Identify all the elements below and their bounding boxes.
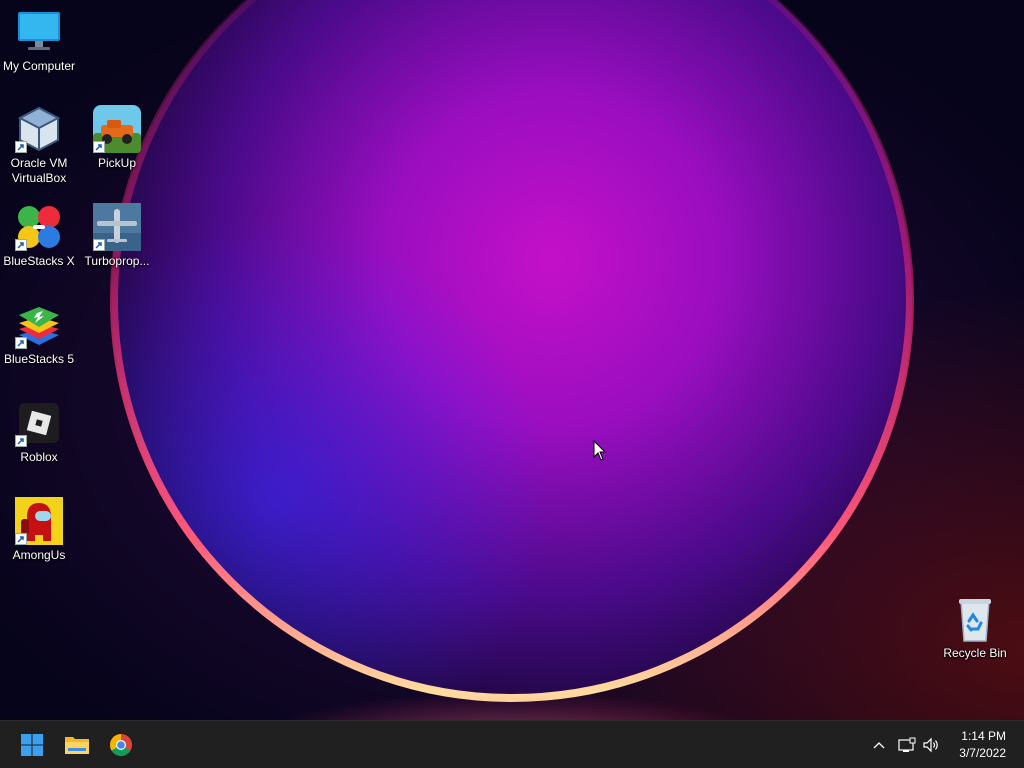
shortcut-arrow-icon (15, 533, 27, 545)
desktop-icon-label: Recycle Bin (943, 646, 1007, 660)
file-explorer-button[interactable] (59, 727, 95, 763)
desktop-icon-label: PickUp (97, 156, 136, 170)
bluestacks-5-icon (15, 301, 63, 349)
windows-start-icon (21, 734, 43, 756)
desktop-icon-pickup[interactable]: PickUp (78, 105, 156, 171)
shortcut-arrow-icon (15, 435, 27, 447)
clock[interactable]: 1:14 PM 3/7/2022 (936, 728, 1006, 762)
chrome-button[interactable] (103, 727, 139, 763)
chrome-icon (110, 734, 132, 756)
desktop-icon-label: Roblox (20, 450, 58, 464)
desktop-icon-label: AmongUs (12, 548, 66, 562)
folder-icon (65, 737, 89, 754)
desktop-icon-bluestacks-x[interactable]: BlueStacks X (0, 203, 78, 269)
start-button[interactable] (14, 727, 50, 763)
desktop-icon-roblox[interactable]: Roblox (0, 399, 78, 465)
network-button[interactable] (895, 733, 919, 757)
show-hidden-icons-button[interactable] (867, 733, 891, 757)
shortcut-arrow-icon (93, 141, 105, 153)
desktop-icon-bluestacks-5[interactable]: BlueStacks 5 (0, 301, 78, 367)
clock-date: 3/7/2022 (959, 746, 1006, 760)
recycle-bin-icon (951, 595, 999, 643)
pickup-game-icon (93, 105, 141, 153)
taskbar: 1:14 PM 3/7/2022 (0, 720, 1024, 768)
network-icon (898, 737, 916, 752)
roblox-icon (15, 399, 63, 447)
chevron-up-icon (873, 742, 885, 749)
shortcut-arrow-icon (15, 141, 27, 153)
monitor-icon (15, 8, 63, 56)
desktop-icon-label: My Computer (2, 59, 76, 73)
desktop-icon-amongus[interactable]: AmongUs (0, 497, 78, 563)
mouse-cursor-icon (593, 440, 607, 461)
amongus-icon (15, 497, 63, 545)
shortcut-arrow-icon (93, 239, 105, 251)
turboprop-plane-icon (93, 203, 141, 251)
desktop-icon-recycle-bin[interactable]: Recycle Bin (936, 595, 1014, 661)
desktop-icon-my-computer[interactable]: My Computer (0, 8, 78, 74)
desktop[interactable]: My Computer Oracle VM VirtualBox PickUp … (0, 0, 1024, 720)
desktop-icon-label: BlueStacks 5 (3, 352, 75, 366)
desktop-icon-label: BlueStacks X (3, 254, 75, 268)
desktop-icon-label: Oracle VM VirtualBox (10, 156, 68, 185)
desktop-icon-label: Turboprop... (84, 254, 150, 268)
shortcut-arrow-icon (15, 337, 27, 349)
desktop-icon-turboprop[interactable]: Turboprop... (78, 203, 156, 269)
desktop-icon-virtualbox[interactable]: Oracle VM VirtualBox (0, 105, 78, 186)
bluestacks-x-icon (15, 203, 63, 251)
shortcut-arrow-icon (15, 239, 27, 251)
virtualbox-icon (15, 105, 63, 153)
clock-time: 1:14 PM (961, 729, 1006, 743)
